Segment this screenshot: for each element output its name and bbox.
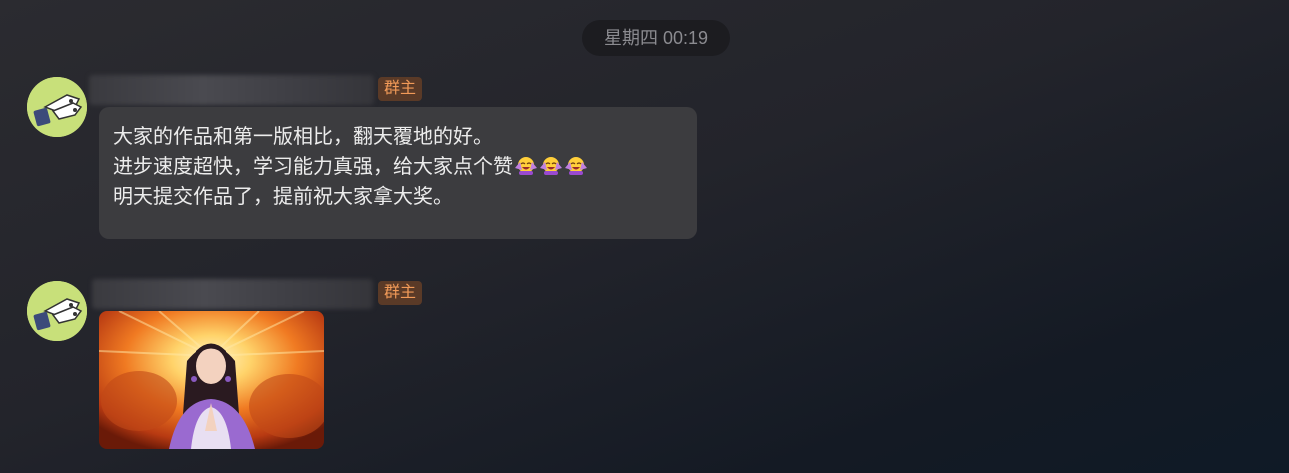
sender-avatar[interactable] — [27, 281, 87, 341]
text-message-bubble[interactable]: 大家的作品和第一版相比，翻天覆地的好。 进步速度超快，学习能力真强，给大家点个赞… — [99, 107, 697, 239]
clapping-face-emoji-icon — [540, 157, 562, 175]
message-line: 大家的作品和第一版相比，翻天覆地的好。 — [113, 124, 493, 148]
clapping-face-emoji-icon — [515, 157, 537, 175]
sender-name-redacted — [89, 75, 374, 105]
message-timestamp: 星期四 00:19 — [582, 20, 730, 56]
clapping-face-emoji-icon — [565, 157, 587, 175]
praying-person-image — [99, 311, 324, 449]
sender-avatar[interactable] — [27, 77, 87, 137]
emoji-group — [513, 154, 588, 178]
message-line: 进步速度超快，学习能力真强，给大家点个赞 — [113, 151, 683, 181]
group-owner-badge: 群主 — [378, 77, 423, 101]
message-line: 明天提交作品了，提前祝大家拿大奖。 — [113, 184, 453, 208]
group-owner-badge: 群主 — [378, 281, 423, 305]
image-message[interactable] — [99, 311, 324, 449]
sender-name-redacted — [92, 279, 373, 309]
avatar-hands-icon — [27, 77, 87, 137]
avatar-hands-icon — [27, 281, 87, 341]
